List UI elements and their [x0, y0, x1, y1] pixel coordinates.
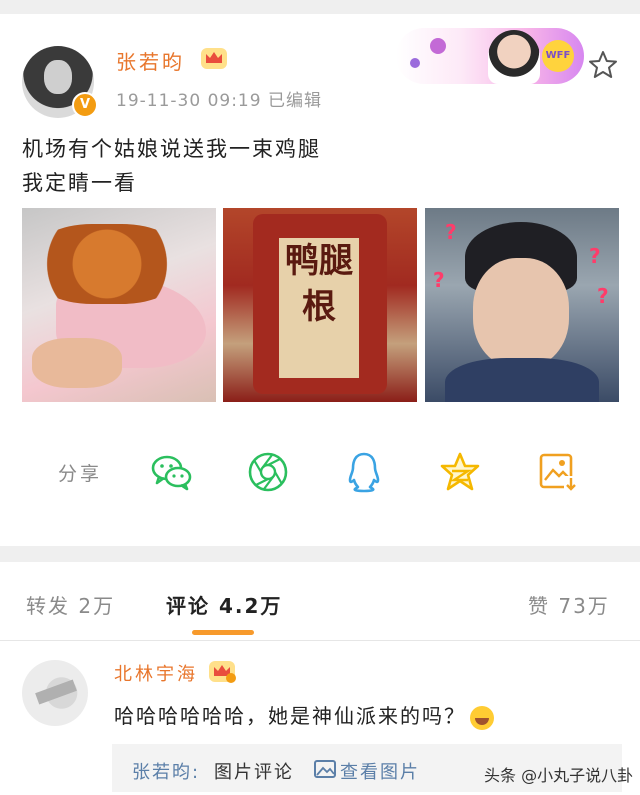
- tab-comments[interactable]: 评论 4.2万: [166, 590, 282, 619]
- question-mark-icon: ?: [445, 220, 457, 244]
- fan-banner[interactable]: WFF: [396, 28, 584, 84]
- package-label: 鸭腿根: [279, 238, 359, 378]
- avatar-face: [44, 60, 72, 94]
- crown-icon: [209, 661, 236, 683]
- comment-text: 哈哈哈哈哈哈，她是神仙派来的吗？: [114, 704, 466, 728]
- qq-icon[interactable]: [342, 450, 386, 494]
- save-image-icon[interactable]: [536, 450, 580, 494]
- question-mark-icon: ?: [433, 268, 445, 292]
- question-mark-icon: ?: [597, 284, 609, 308]
- post-body: 机场有个姑娘说送我一束鸡腿 我定睛一看: [22, 132, 321, 200]
- crown-icon: [201, 48, 227, 69]
- moments-icon[interactable]: [246, 450, 290, 494]
- photo-package[interactable]: 鸭腿根: [223, 208, 417, 402]
- tab-likes[interactable]: 赞 73万: [528, 590, 610, 619]
- commenter-name[interactable]: 北林宇海: [114, 660, 198, 686]
- active-tab-indicator: [192, 630, 254, 635]
- banner-badge: WFF: [542, 40, 574, 72]
- edited-label: 已编辑: [267, 91, 322, 111]
- reply-text: 图片评论: [214, 762, 294, 783]
- tab-repost[interactable]: 转发 2万: [26, 590, 115, 619]
- qzone-icon[interactable]: [438, 450, 482, 494]
- verified-badge-icon: V: [72, 92, 98, 118]
- view-image-link[interactable]: 查看图片: [340, 758, 420, 784]
- character-face: [473, 258, 569, 368]
- favorite-star-icon[interactable]: [588, 50, 618, 80]
- author-name[interactable]: 张若昀: [116, 46, 185, 75]
- source-watermark: 头条 @小丸子说八卦: [484, 766, 634, 785]
- photo-bouquet[interactable]: [22, 208, 216, 402]
- post-timestamp: 19-11-30 09:19 已编辑: [116, 86, 322, 111]
- commenter-avatar[interactable]: [22, 660, 88, 726]
- section-divider: [0, 546, 640, 562]
- comment-text-row: 哈哈哈哈哈哈，她是神仙派来的吗？: [114, 700, 494, 730]
- banner-portrait: [488, 30, 540, 84]
- banner-decor: [410, 58, 420, 68]
- character-robe: [445, 358, 599, 402]
- reply-author[interactable]: 张若昀:: [132, 758, 200, 784]
- avatar-art: [35, 679, 77, 705]
- share-label: 分享: [58, 463, 103, 485]
- holding-hand: [32, 338, 122, 388]
- top-separator: [0, 0, 640, 14]
- photo-reaction[interactable]: ? ? ? ?: [425, 208, 619, 402]
- laughing-emoji-icon: [470, 705, 494, 730]
- tab-separator: [0, 640, 640, 641]
- post-text-line: 机场有个姑娘说送我一束鸡腿: [22, 137, 321, 161]
- wechat-icon[interactable]: [150, 450, 194, 494]
- post-text-line: 我定睛一看: [22, 171, 137, 195]
- picture-icon: [314, 760, 336, 778]
- post-time-value: 19-11-30 09:19: [116, 91, 262, 111]
- banner-decor: [430, 38, 446, 54]
- question-mark-icon: ?: [589, 244, 601, 268]
- bouquet-drumsticks: [32, 224, 182, 304]
